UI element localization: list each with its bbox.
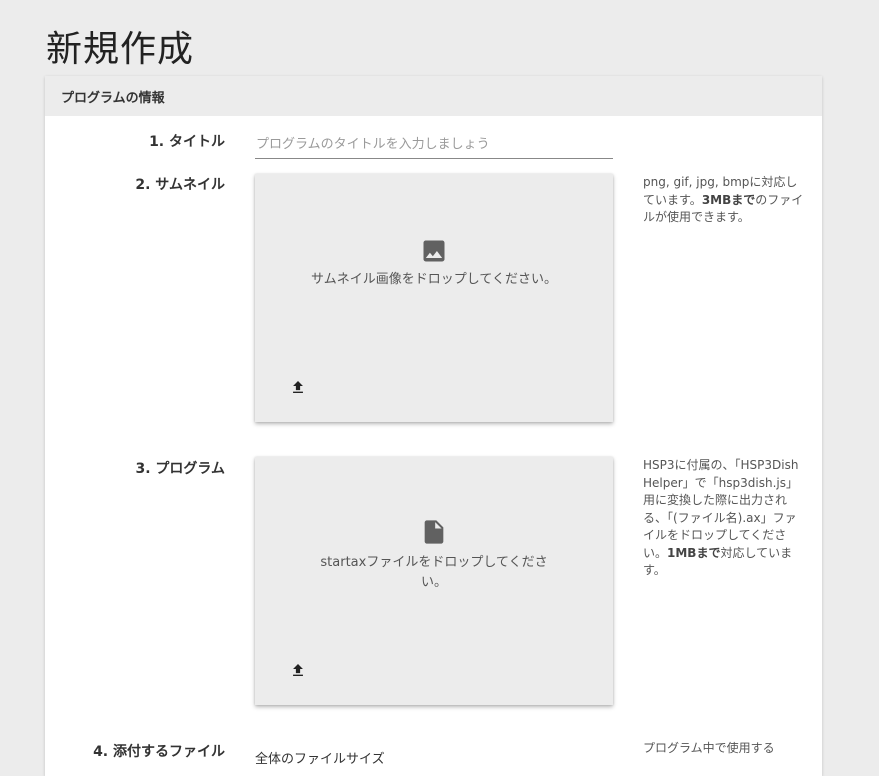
attachments-note: プログラム中で使用する	[643, 741, 775, 755]
total-file-size-label: 全体のファイルサイズ	[255, 752, 385, 767]
program-note-text: HSP3に付属の、「HSP3Dish Helper」で「hsp3dish.js」…	[643, 458, 799, 560]
thumbnail-note-limit: 3MBまで	[701, 192, 756, 207]
image-icon	[423, 240, 445, 262]
program-info-card: プログラムの情報 1. タイトル 2. サムネイル サムネイル画像をドロップして…	[45, 76, 822, 776]
thumbnail-drop-text: サムネイル画像をドロップしてください。	[311, 272, 557, 287]
thumbnail-label: 2. サムネイル	[135, 177, 225, 193]
title-input[interactable]	[255, 131, 613, 159]
program-note: HSP3に付属の、「HSP3Dish Helper」で「hsp3dish.js」…	[643, 457, 808, 580]
program-dropzone[interactable]: startaxファイルをドロップしてください。	[255, 457, 613, 705]
thumbnail-dropzone[interactable]: サムネイル画像をドロップしてください。	[255, 174, 613, 422]
file-icon	[424, 520, 444, 544]
program-label: 3. プログラム	[135, 461, 225, 477]
thumbnail-note: png, gif, jpg, bmpに対応しています。3MBまでのファイルが使用…	[643, 174, 808, 227]
page-title: 新規作成	[46, 29, 195, 70]
attachments-label: 4. 添付するファイル	[93, 744, 225, 760]
title-label: 1. タイトル	[149, 134, 225, 150]
program-drop-text: startaxファイルをドロップしてください。	[320, 555, 548, 590]
upload-icon[interactable]	[293, 664, 303, 676]
program-note-limit: 1MBまで	[667, 545, 721, 560]
section-header: プログラムの情報	[45, 76, 822, 116]
upload-icon[interactable]	[293, 381, 303, 393]
